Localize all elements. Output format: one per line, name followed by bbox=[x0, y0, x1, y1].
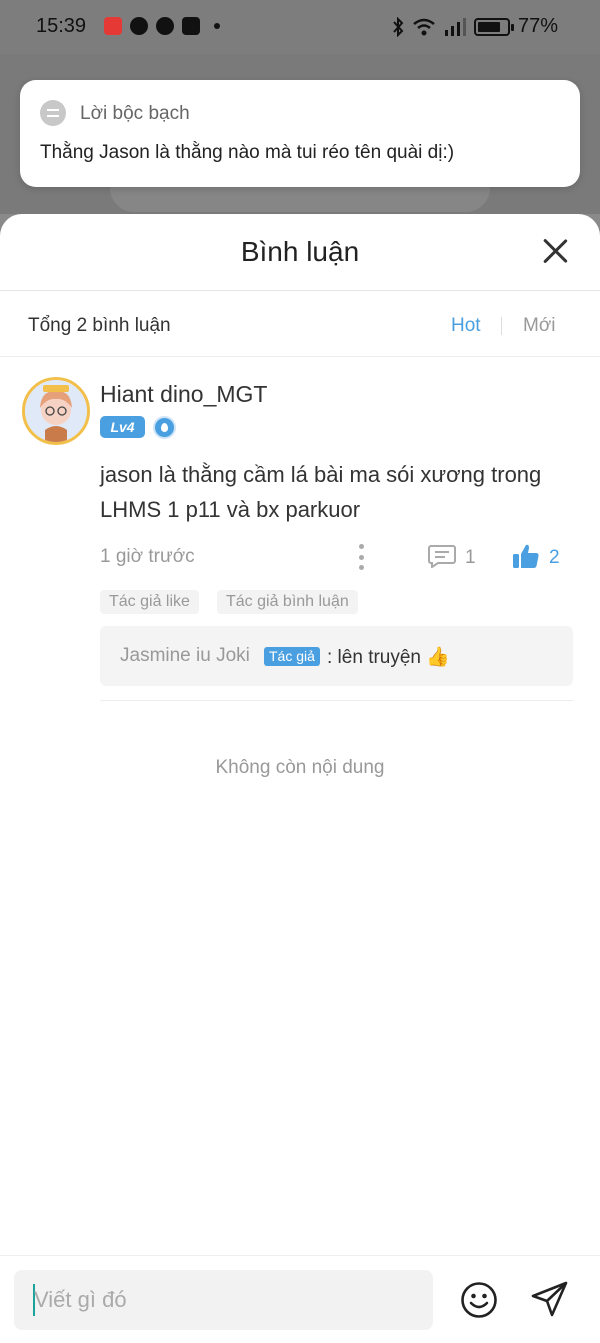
water-drop-badge-icon bbox=[153, 416, 176, 439]
comment-total: Tổng 2 bình luận bbox=[28, 315, 171, 336]
notification-title: Lời bộc bạch bbox=[80, 103, 190, 124]
comments-sheet: Bình luận Tổng 2 bình luận Hot Mới Hiant… bbox=[0, 214, 600, 1343]
messenger-icon bbox=[130, 17, 148, 35]
author-commented-tag: Tác giả bình luận bbox=[217, 590, 358, 614]
avatar-illustration bbox=[25, 380, 87, 442]
divider bbox=[0, 356, 600, 357]
facebook-icon bbox=[182, 17, 200, 35]
author-badge: Tác giả bbox=[264, 647, 320, 666]
comment-username[interactable]: Hiant dino_MGT bbox=[100, 381, 267, 408]
sort-new-tab[interactable]: Mới bbox=[523, 315, 556, 337]
comment-text: jason là thằng cầm lá bài ma sói xương t… bbox=[100, 462, 542, 522]
comment-time: 1 giờ trước bbox=[100, 546, 195, 567]
reply-icon[interactable] bbox=[428, 544, 456, 568]
like-count: 2 bbox=[549, 547, 560, 568]
battery-icon bbox=[473, 17, 514, 36]
notification-body: Thằng Jason là thằng nào mà tui réo tên … bbox=[40, 142, 455, 163]
comment-input[interactable]: Viết gì đó bbox=[14, 1270, 433, 1330]
battery-percent: 77% bbox=[517, 15, 558, 37]
app-h-icon bbox=[156, 17, 174, 35]
video-call-icon bbox=[104, 17, 122, 35]
bluetooth-icon bbox=[393, 16, 404, 37]
battery-level bbox=[477, 21, 500, 32]
status-bar: 15:39 77% bbox=[0, 0, 600, 54]
chat-bubble-icon bbox=[40, 100, 66, 126]
close-icon[interactable] bbox=[540, 236, 570, 266]
send-icon[interactable] bbox=[530, 1279, 570, 1319]
avatar[interactable] bbox=[22, 377, 90, 445]
signal-icon bbox=[444, 17, 466, 36]
emoji-icon[interactable] bbox=[460, 1281, 498, 1319]
sort-separator bbox=[501, 317, 502, 335]
input-placeholder: Viết gì đó bbox=[34, 1287, 127, 1312]
reply-text: : lên truyện 👍 bbox=[327, 647, 450, 668]
comment-input-bar: Viết gì đó bbox=[0, 1255, 600, 1343]
more-notifications-dot-icon bbox=[214, 23, 220, 29]
thumbs-up-icon[interactable] bbox=[512, 542, 540, 570]
reply-preview[interactable]: Jasmine iu Joki Tác giả : lên truyện 👍 bbox=[100, 626, 573, 686]
divider bbox=[0, 290, 600, 291]
author-liked-tag: Tác giả like bbox=[100, 590, 199, 614]
reply-count: 1 bbox=[465, 547, 476, 568]
end-of-list-text: Không còn nội dung bbox=[215, 757, 385, 778]
status-time: 15:39 bbox=[36, 15, 87, 37]
divider bbox=[100, 700, 573, 701]
sheet-title: Bình luận bbox=[240, 236, 360, 267]
reply-username[interactable]: Jasmine iu Joki bbox=[120, 645, 250, 667]
level-badge: Lv4 bbox=[100, 416, 145, 438]
more-options-icon[interactable] bbox=[357, 544, 365, 570]
notification-banner[interactable]: Lời bộc bạch Thằng Jason là thằng nào mà… bbox=[20, 80, 580, 187]
sort-hot-tab[interactable]: Hot bbox=[451, 315, 481, 337]
notification-icons bbox=[104, 17, 220, 35]
status-right: 77% bbox=[392, 15, 558, 38]
wifi-icon bbox=[413, 18, 435, 35]
